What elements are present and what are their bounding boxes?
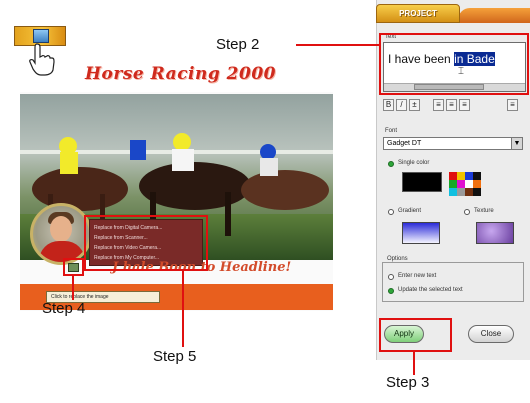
palette-color[interactable] <box>465 180 473 188</box>
color-swatch[interactable] <box>402 172 442 192</box>
palette-color[interactable] <box>465 172 473 180</box>
palette-color[interactable] <box>473 172 481 180</box>
underline-icon[interactable]: ± <box>409 99 420 111</box>
palette-color[interactable] <box>465 188 473 196</box>
texture-radio[interactable] <box>464 209 470 215</box>
step5-highlight <box>84 215 208 271</box>
texture-preview[interactable] <box>476 222 514 244</box>
step4-highlight <box>63 258 84 276</box>
step2-label: Step 2 <box>216 36 260 53</box>
update-selected-label: Update the selected text <box>398 287 463 293</box>
gradient-preview[interactable] <box>402 222 440 244</box>
update-selected-radio[interactable] <box>388 288 394 294</box>
step3-highlight <box>379 318 452 352</box>
bold-icon[interactable]: B <box>383 99 394 111</box>
canvas-headline[interactable]: Horse Racing 2000 <box>78 64 283 84</box>
font-select[interactable]: Gadget DT ▼ <box>383 137 523 150</box>
options-label: Options <box>385 256 410 262</box>
panel-tab-secondary[interactable] <box>458 8 530 23</box>
font-select-value: Gadget DT <box>387 140 422 147</box>
enter-new-text-radio[interactable] <box>388 274 394 280</box>
italic-icon[interactable]: / <box>396 99 407 111</box>
project-tab[interactable]: PROJECT <box>376 4 460 23</box>
font-label: Font <box>385 128 398 134</box>
align-right-icon[interactable]: ≡ <box>459 99 470 111</box>
align-justify-icon[interactable]: ≡ <box>507 99 518 111</box>
palette-color[interactable] <box>449 172 457 180</box>
options-group <box>382 262 524 302</box>
step2-connector <box>296 44 379 46</box>
step2-highlight <box>379 33 529 95</box>
single-color-label: Single color <box>398 160 430 166</box>
photo-tool-icon[interactable] <box>14 26 68 76</box>
palette-color[interactable] <box>473 188 481 196</box>
color-palette[interactable] <box>449 172 481 196</box>
step3-label: Step 3 <box>386 374 430 391</box>
step5-connector <box>182 271 184 347</box>
gradient-label: Gradient <box>398 208 422 214</box>
single-color-radio[interactable] <box>388 161 394 167</box>
chevron-down-icon[interactable]: ▼ <box>511 138 522 149</box>
palette-color[interactable] <box>457 172 465 180</box>
palette-color[interactable] <box>449 180 457 188</box>
align-left-icon[interactable]: ≡ <box>433 99 444 111</box>
close-button[interactable]: Close <box>468 325 514 343</box>
step3-connector <box>413 352 415 375</box>
texture-label: Texture <box>474 208 494 214</box>
hand-cursor-icon <box>29 43 55 76</box>
portrait-image[interactable] <box>30 203 92 265</box>
format-toolbar: B / ± ≡ ≡ ≡ ≡ <box>383 99 523 113</box>
step4-label: Step 4 <box>42 300 86 317</box>
palette-color[interactable] <box>473 180 481 188</box>
step4-connector <box>72 276 74 300</box>
palette-color[interactable] <box>457 188 465 196</box>
palette-color[interactable] <box>449 188 457 196</box>
gradient-radio[interactable] <box>388 209 394 215</box>
enter-new-text-label: Enter new text <box>398 273 437 279</box>
palette-color[interactable] <box>457 180 465 188</box>
step5-label: Step 5 <box>153 348 197 365</box>
align-center-icon[interactable]: ≡ <box>446 99 457 111</box>
